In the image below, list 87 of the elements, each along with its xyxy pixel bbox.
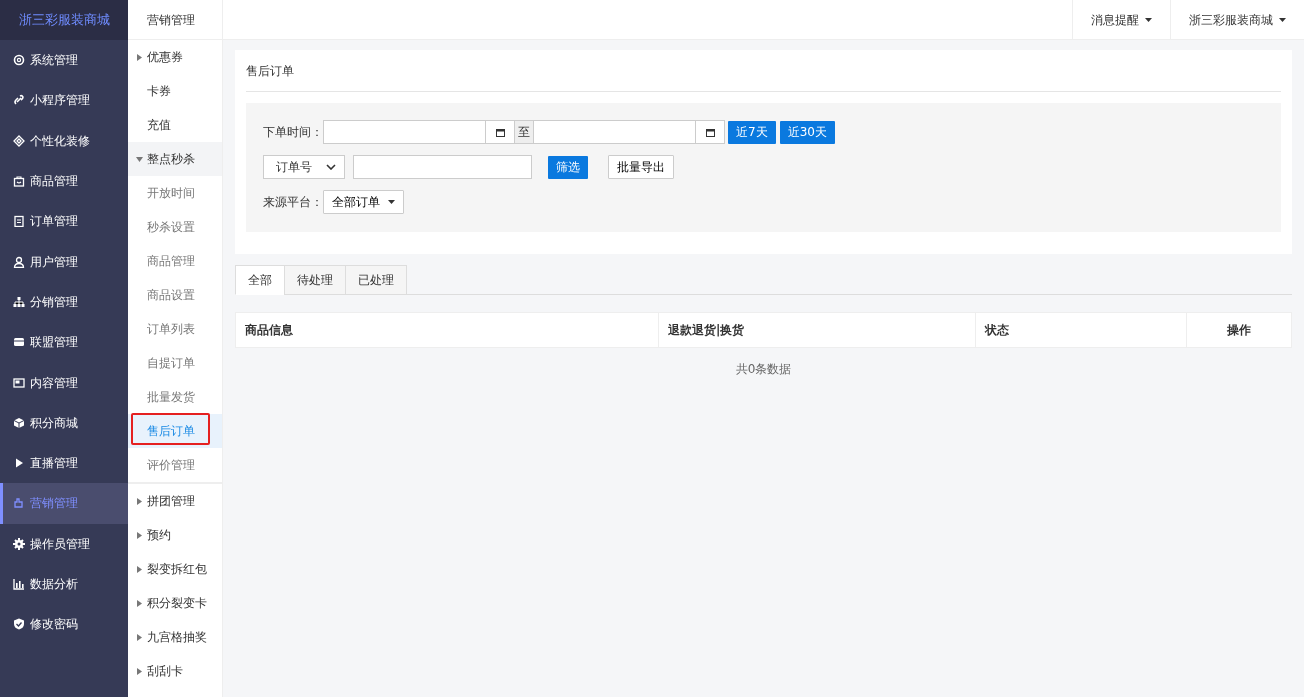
sidebar-item[interactable]: 用户管理 bbox=[0, 241, 128, 282]
sidebar-item[interactable]: 直播管理 bbox=[0, 442, 128, 484]
caret-right-icon bbox=[136, 598, 143, 608]
submenu-item[interactable]: 订单列表 bbox=[128, 312, 222, 346]
page-title: 售后订单 bbox=[246, 50, 1281, 92]
sidebar-item[interactable]: 操作员管理 bbox=[0, 523, 128, 564]
empty-message: 共0条数据 bbox=[735, 362, 792, 376]
gear-icon bbox=[13, 54, 25, 67]
field-label: 来源平台： bbox=[263, 194, 323, 211]
submenu-item[interactable]: 评价管理 bbox=[128, 448, 222, 482]
cube-icon bbox=[13, 416, 25, 429]
caret-right-icon bbox=[136, 496, 143, 506]
caret-right-icon bbox=[136, 632, 143, 642]
chevron-down-icon bbox=[326, 164, 336, 170]
clipboard-icon bbox=[13, 215, 25, 228]
caret-right-icon bbox=[136, 530, 143, 540]
submenu-item[interactable]: 开放时间 bbox=[128, 176, 222, 210]
panel-icon bbox=[13, 376, 25, 389]
calendar-button[interactable] bbox=[486, 120, 515, 144]
calendar-icon bbox=[705, 127, 715, 137]
caret-right-icon bbox=[136, 52, 143, 62]
submenu-group[interactable]: 九宫格抽奖 bbox=[128, 620, 222, 654]
sidebar-item[interactable]: 联盟管理 bbox=[0, 322, 128, 363]
sidebar-item[interactable]: 内容管理 bbox=[0, 362, 128, 403]
caret-down-icon bbox=[388, 200, 395, 204]
submenu-item[interactable]: 卡券 bbox=[128, 74, 222, 108]
play-icon bbox=[13, 457, 25, 470]
submenu-group[interactable]: 裂变拆红包 bbox=[128, 552, 222, 586]
sidebar-item[interactable]: 修改密码 bbox=[0, 604, 128, 645]
hierarchy-icon bbox=[13, 295, 25, 308]
column-header: 退款退货|换货 bbox=[659, 313, 976, 347]
tab[interactable]: 全部 bbox=[235, 265, 285, 295]
store-icon bbox=[13, 336, 25, 349]
bar-chart-icon bbox=[13, 578, 25, 590]
sidebar-item[interactable]: 数据分析 bbox=[0, 563, 128, 605]
sidebar-item[interactable]: 商品管理 bbox=[0, 160, 128, 202]
caret-right-icon bbox=[136, 666, 143, 676]
submenu-group[interactable]: 拼团管理 bbox=[128, 484, 222, 518]
sidebar-item[interactable]: 分销管理 bbox=[0, 281, 128, 323]
sidebar-item[interactable]: 积分商城 bbox=[0, 402, 128, 443]
cog-icon bbox=[13, 537, 25, 550]
user-icon bbox=[13, 255, 25, 268]
tab[interactable]: 待处理 bbox=[284, 265, 346, 295]
date-input[interactable] bbox=[533, 120, 696, 144]
store-name-logo: 浙三彩服装商城 bbox=[0, 0, 128, 40]
submenu-item[interactable]: 商品设置 bbox=[128, 278, 222, 312]
link-icon bbox=[13, 94, 25, 107]
field-label: 下单时间： bbox=[263, 124, 323, 141]
submenu-group[interactable]: 积分裂变卡 bbox=[128, 586, 222, 620]
top-menu[interactable]: 浙三彩服装商城 bbox=[1170, 0, 1304, 39]
search-type-select[interactable]: 订单号 bbox=[263, 155, 345, 179]
quick-range-button[interactable]: 近7天 bbox=[728, 120, 776, 144]
filter-button[interactable]: 筛选 bbox=[548, 155, 588, 179]
caret-down-icon bbox=[136, 154, 143, 164]
column-header: 状态 bbox=[976, 313, 1187, 347]
submenu-item[interactable]: 批量发货 bbox=[128, 380, 222, 414]
submenu-group[interactable]: 预约 bbox=[128, 518, 222, 552]
submenu-title: 营销管理 bbox=[128, 0, 222, 40]
bag-icon bbox=[13, 175, 25, 188]
source-dropdown[interactable]: 全部订单 bbox=[323, 190, 404, 214]
submenu-item[interactable]: 充值 bbox=[128, 108, 222, 142]
submenu-item[interactable]: 秒杀设置 bbox=[128, 210, 222, 244]
sidebar-item[interactable]: 个性化装修 bbox=[0, 120, 128, 161]
sidebar-item[interactable]: 订单管理 bbox=[0, 201, 128, 242]
submenu-group[interactable]: 整点秒杀 bbox=[128, 142, 222, 176]
date-input[interactable] bbox=[323, 120, 486, 144]
shield-icon bbox=[13, 618, 25, 631]
search-input[interactable] bbox=[353, 155, 532, 179]
column-header: 商品信息 bbox=[236, 313, 659, 347]
quick-range-button[interactable]: 近30天 bbox=[779, 120, 835, 144]
export-button[interactable]: 批量导出 bbox=[608, 155, 674, 179]
submenu-item[interactable]: 自提订单 bbox=[128, 346, 222, 380]
submenu-group[interactable]: 优惠券 bbox=[128, 40, 222, 74]
top-menu[interactable]: 消息提醒 bbox=[1072, 0, 1170, 39]
caret-down-icon bbox=[1145, 17, 1152, 22]
caret-down-icon bbox=[1279, 17, 1286, 22]
sidebar-item[interactable]: 小程序管理 bbox=[0, 80, 128, 121]
tab[interactable]: 已处理 bbox=[345, 265, 407, 295]
submenu-item[interactable]: 商品管理 bbox=[128, 244, 222, 278]
calendar-icon bbox=[495, 127, 505, 137]
range-separator: 至 bbox=[515, 120, 533, 144]
diamond-icon bbox=[13, 134, 25, 147]
submenu-group[interactable]: 刮刮卡 bbox=[128, 654, 222, 688]
caret-right-icon bbox=[136, 564, 143, 574]
column-header: 操作 bbox=[1226, 322, 1252, 339]
calendar-button[interactable] bbox=[696, 120, 725, 144]
sidebar-item[interactable]: 系统管理 bbox=[0, 40, 128, 81]
